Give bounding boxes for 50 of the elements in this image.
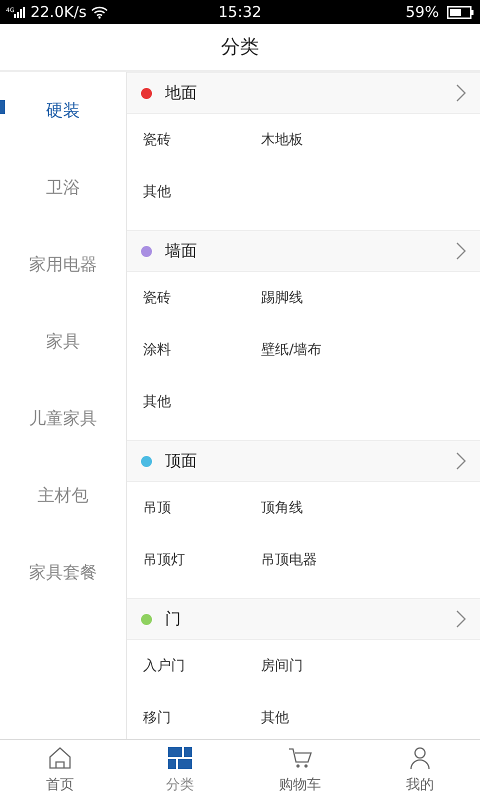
sidebar-item[interactable]: 卫浴 — [0, 149, 126, 226]
subcategory-link[interactable]: 移门 — [143, 692, 171, 739]
tab-item[interactable]: 购物车 — [240, 740, 360, 800]
section-header[interactable]: 门 — [127, 598, 480, 640]
subcategory-link[interactable]: 瓷砖 — [143, 114, 171, 166]
section-title: 地面 — [165, 82, 198, 104]
subcategory-link[interactable]: 踢脚线 — [261, 272, 303, 324]
network-speed: 22.0K/s — [30, 3, 87, 21]
subcategory-link[interactable]: 涂料 — [143, 324, 171, 376]
section-title: 门 — [165, 608, 182, 630]
tab-item[interactable]: 首页 — [0, 740, 120, 800]
section-title: 墙面 — [165, 240, 198, 262]
person-icon — [408, 746, 432, 770]
chevron-right-icon — [456, 242, 466, 260]
battery-percent: 59% — [406, 3, 439, 21]
subcategory-link[interactable]: 壁纸/墙布 — [261, 324, 322, 376]
wifi-icon — [90, 6, 108, 18]
sidebar-item[interactable]: 家具 — [0, 303, 126, 380]
cart-icon — [288, 746, 312, 770]
section-header[interactable]: 顶面 — [127, 440, 480, 482]
section-header[interactable]: 墙面 — [127, 230, 480, 272]
subcategory-link[interactable]: 吊顶电器 — [261, 534, 317, 586]
sidebar-item[interactable]: 硬装 — [0, 72, 126, 149]
chevron-right-icon — [456, 84, 466, 102]
section-header[interactable]: 地面 — [127, 72, 480, 114]
signal-icon — [14, 6, 26, 18]
subcategory-link[interactable]: 其他 — [143, 166, 171, 218]
subcategory-link[interactable]: 木地板 — [261, 114, 303, 166]
sidebar-item[interactable]: 儿童家具 — [0, 380, 126, 457]
subcategory-link[interactable]: 顶角线 — [261, 482, 303, 534]
subcategory-link[interactable]: 入户门 — [143, 640, 185, 692]
battery-icon — [446, 6, 474, 18]
page-title: 分类 — [221, 35, 259, 60]
subcategory-link[interactable]: 其他 — [143, 376, 171, 428]
clock-time: 15:32 — [218, 3, 262, 21]
tab-item[interactable]: 我的 — [360, 740, 480, 800]
tab-item[interactable]: 分类 — [120, 740, 240, 800]
subcategory-link[interactable]: 吊顶 — [143, 482, 171, 534]
subcategory-link[interactable]: 房间门 — [261, 640, 303, 692]
subcategory-link[interactable]: 其他 — [261, 692, 289, 739]
house-icon — [48, 746, 72, 770]
sidebar-item[interactable]: 家具套餐 — [0, 534, 126, 611]
chevron-right-icon — [456, 610, 466, 628]
sidebar-item[interactable]: 主材包 — [0, 457, 126, 534]
sidebar-item[interactable]: 家用电器 — [0, 226, 126, 303]
subcategory-link[interactable]: 瓷砖 — [143, 272, 171, 324]
chevron-right-icon — [456, 452, 466, 470]
subcategory-link[interactable]: 吊顶灯 — [143, 534, 185, 586]
grid-icon — [168, 746, 192, 770]
section-title: 顶面 — [165, 450, 198, 472]
